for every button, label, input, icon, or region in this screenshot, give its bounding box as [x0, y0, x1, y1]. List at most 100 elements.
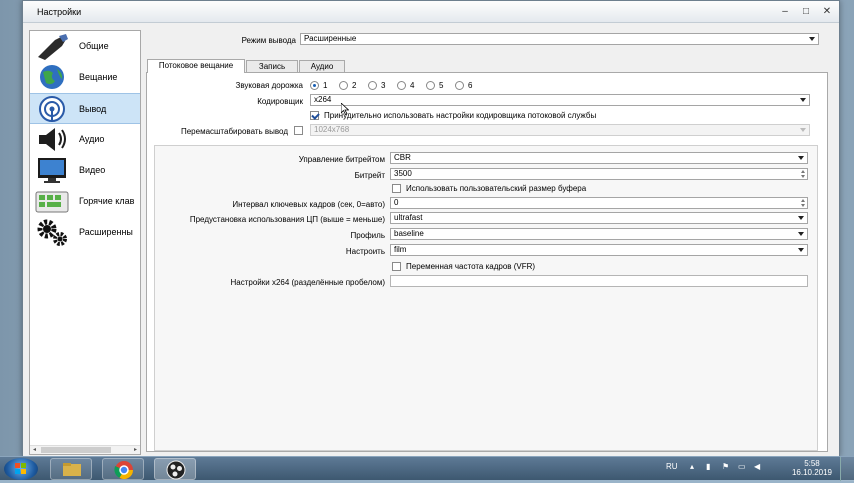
language-indicator[interactable]: RU: [666, 462, 678, 471]
settings-window: Настройки – □ ✕ Общие Вещание Вывод Ауди…: [22, 0, 840, 457]
track-radio-3[interactable]: [368, 81, 377, 90]
track-label: 4: [410, 81, 415, 90]
keyframe-interval-input[interactable]: 0: [390, 197, 808, 209]
spin-up-icon[interactable]: [801, 199, 805, 202]
close-button[interactable]: ✕: [817, 5, 837, 19]
encoder-select[interactable]: x264: [310, 94, 810, 106]
clock-date: 16.10.2019: [791, 468, 832, 477]
chrome-icon: [114, 461, 133, 480]
show-desktop-button[interactable]: [840, 457, 854, 481]
encoder-label: Кодировщик: [257, 97, 303, 106]
volume-icon[interactable]: ◀: [754, 462, 760, 471]
rate-control-select[interactable]: CBR: [390, 152, 808, 164]
spin-down-icon[interactable]: [801, 204, 805, 207]
bitrate-label: Битрейт: [354, 171, 385, 180]
speaker-icon: [39, 128, 66, 151]
chevron-down-icon: [798, 216, 804, 220]
scroll-right-icon[interactable]: ▸: [131, 446, 140, 454]
tune-select[interactable]: film: [390, 244, 808, 256]
chevron-down-icon: [800, 128, 806, 132]
sidebar-item-label: Расширенны: [79, 227, 133, 237]
vfr-checkbox[interactable]: [392, 262, 401, 271]
sidebar-item-hotkeys[interactable]: Горячие клав: [30, 186, 140, 217]
profile-value: baseline: [394, 229, 424, 238]
sidebar-item-label: Видео: [79, 165, 106, 175]
flag-icon[interactable]: ⚑: [722, 462, 729, 471]
sidebar-item-audio[interactable]: Аудио: [30, 124, 140, 155]
windows-logo-icon: [15, 463, 26, 474]
maximize-button[interactable]: □: [796, 5, 816, 19]
obs-icon: [166, 460, 186, 480]
track-radio-6[interactable]: [455, 81, 464, 90]
tray-up-icon[interactable]: ▴: [690, 462, 694, 471]
audio-track-label: Звуковая дорожка: [235, 81, 303, 90]
output-mode-value: Расширенные: [304, 34, 357, 43]
track-label: 1: [323, 81, 328, 90]
keyframe-interval-label: Интервал ключевых кадров (сек, 0=авто): [232, 200, 385, 209]
scroll-left-icon[interactable]: ◂: [30, 446, 39, 454]
sidebar-item-video[interactable]: Видео: [30, 155, 140, 186]
rescale-value: 1024x768: [314, 125, 350, 134]
rescale-select: 1024x768: [310, 124, 810, 136]
sidebar-item-label: Общие: [79, 41, 109, 51]
custom-buffer-checkbox[interactable]: [392, 184, 401, 193]
sidebar-item-output[interactable]: Вывод: [30, 93, 140, 124]
encoder-value: x264: [314, 95, 332, 104]
sidebar-item-label: Аудио: [79, 134, 105, 144]
taskbar-app-explorer[interactable]: [50, 458, 92, 480]
tab-streaming[interactable]: Потоковое вещание: [147, 59, 245, 73]
profile-select[interactable]: baseline: [390, 228, 808, 240]
enforce-service-settings-checkbox[interactable]: [310, 111, 319, 120]
sidebar-item-stream[interactable]: Вещание: [30, 62, 140, 93]
taskbar-app-obs[interactable]: [154, 458, 196, 480]
track-label: 2: [352, 81, 357, 90]
rate-control-value: CBR: [394, 153, 411, 162]
cpu-preset-select[interactable]: ultrafast: [390, 212, 808, 224]
sidebar-item-general[interactable]: Общие: [30, 31, 140, 62]
taskbar: RU ▴ ▮ ⚑ ▭ ◀ 5:58 16.10.2019: [0, 456, 854, 481]
folder-icon: [63, 463, 81, 476]
sidebar-item-label: Горячие клав: [79, 196, 135, 206]
chevron-down-icon: [798, 232, 804, 236]
rescale-label: Перемасштабировать вывод: [180, 127, 288, 136]
taskbar-app-chrome[interactable]: [102, 458, 144, 480]
track-radio-5[interactable]: [426, 81, 435, 90]
track-radio-4[interactable]: [397, 81, 406, 90]
chevron-down-icon: [809, 37, 815, 41]
track-label: 3: [381, 81, 386, 90]
title-bar[interactable]: Настройки – □ ✕: [23, 1, 839, 23]
cpu-preset-label: Предустановка использования ЦП (выше = м…: [189, 215, 385, 224]
monitor-tray-icon[interactable]: ▭: [738, 462, 746, 471]
bitrate-value: 3500: [394, 169, 412, 178]
track-label: 6: [468, 81, 473, 90]
track-label: 5: [439, 81, 444, 90]
rate-control-label: Управление битрейтом: [298, 155, 385, 164]
spin-down-icon[interactable]: [801, 175, 805, 178]
keyframe-interval-value: 0: [394, 198, 399, 207]
settings-sidebar: Общие Вещание Вывод Аудио Видео Горячие …: [29, 30, 141, 455]
monitor-icon: [38, 158, 66, 183]
minimize-button[interactable]: –: [775, 5, 795, 19]
sidebar-horizontal-scrollbar[interactable]: ◂ ▸: [30, 445, 140, 454]
track-radio-1[interactable]: [310, 81, 319, 90]
bitrate-input[interactable]: 3500: [390, 168, 808, 180]
spin-up-icon[interactable]: [801, 170, 805, 173]
network-icon[interactable]: ▮: [706, 462, 710, 471]
mouse-cursor-icon: [340, 102, 350, 116]
x264-options-input[interactable]: [390, 275, 808, 287]
wrench-icon: [38, 34, 68, 60]
output-mode-select[interactable]: Расширенные: [300, 33, 819, 45]
scrollbar-thumb[interactable]: [41, 447, 111, 453]
custom-buffer-label: Использовать пользовательский размер буф…: [406, 184, 587, 193]
clock-time: 5:58: [804, 459, 820, 468]
tune-label: Настроить: [345, 247, 385, 256]
keyboard-icon: [35, 191, 69, 213]
rescale-checkbox[interactable]: [294, 126, 303, 135]
clock[interactable]: 5:58 16.10.2019: [792, 459, 832, 477]
sidebar-item-advanced[interactable]: Расширенны: [30, 217, 140, 248]
enforce-service-settings-label: Принудительно использовать настройки код…: [324, 111, 597, 120]
track-radio-2[interactable]: [339, 81, 348, 90]
sidebar-item-label: Вещание: [79, 72, 118, 82]
start-button[interactable]: [4, 458, 38, 480]
arrow-cursor-icon: [340, 102, 350, 116]
